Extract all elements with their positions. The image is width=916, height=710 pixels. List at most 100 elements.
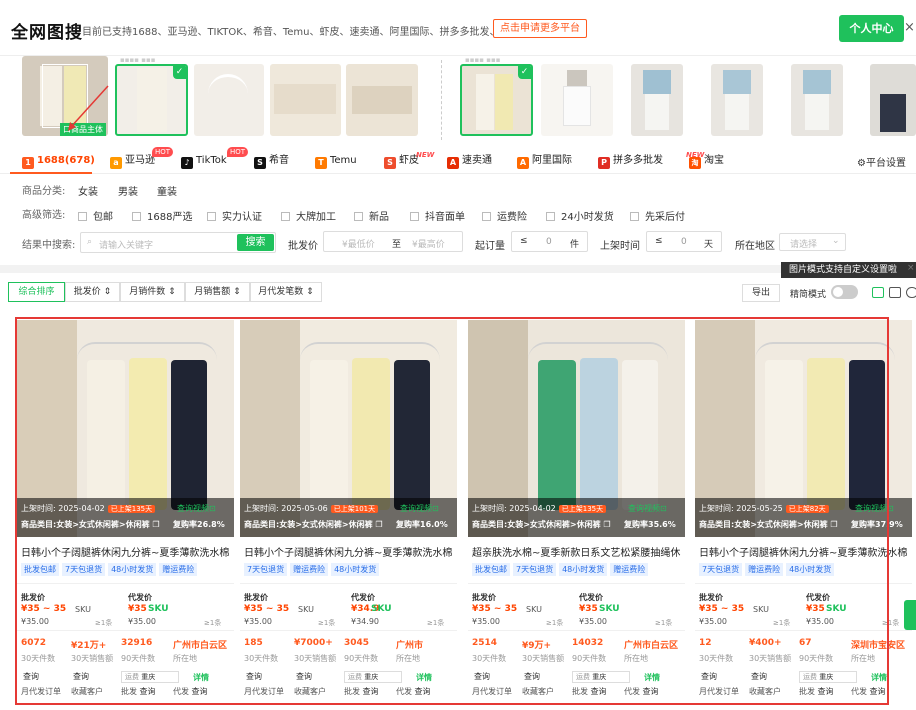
result-thumbnail[interactable]	[631, 64, 683, 136]
shipping-city-input[interactable]: 运费 重庆	[121, 671, 179, 683]
filter-freight-insurance[interactable]: 运费险	[482, 208, 527, 223]
shipping-city-input[interactable]: 运费 重庆	[344, 671, 402, 683]
settings-view-icon[interactable]	[906, 287, 916, 298]
filter-certified[interactable]: 实力认证	[207, 208, 262, 223]
shelf-time-input[interactable]: ≤0 天	[646, 231, 722, 252]
product-title[interactable]: 日韩小个子阔腿裤休闲九分裤~夏季薄款洗水棉...	[244, 544, 453, 559]
tab-1688[interactable]: 1 1688(678)	[22, 153, 95, 169]
filter-douyin-waybill[interactable]: 抖音面单	[410, 208, 465, 223]
query-link[interactable]: 查询	[296, 671, 312, 682]
platform-settings-button[interactable]: ⚙平台设置	[857, 154, 906, 169]
details-link[interactable]: 详情	[416, 672, 432, 683]
category-women[interactable]: 女装	[78, 183, 98, 198]
tab-amazon[interactable]: a 亚马逊 HOT	[110, 147, 174, 169]
product-card[interactable]: 上架时间: 2025-04-02 已上架135天 查询视频⊡ 商品类目:女装>女式…	[17, 320, 234, 705]
result-thumbnail[interactable]	[541, 64, 613, 136]
query-link[interactable]: 查询	[73, 671, 89, 682]
checkbox[interactable]	[78, 212, 87, 221]
crop-thumbnail[interactable]	[194, 64, 264, 136]
search-button[interactable]: 搜索	[237, 234, 274, 251]
query-video-link[interactable]: 查询视频⊡	[628, 503, 667, 514]
shelf-time-label: 上架时间	[600, 241, 640, 252]
sort-monthly-units[interactable]: 月销件数 ⇕	[120, 282, 185, 302]
dropship-base-price: ¥35.00	[806, 617, 834, 626]
filter-brand-processing[interactable]: 大牌加工	[281, 208, 336, 223]
filter-24h-ship[interactable]: 24小时发货	[546, 208, 614, 223]
min-price-placeholder: ¥最低价	[342, 240, 375, 250]
close-icon[interactable]: ×	[904, 20, 915, 35]
product-card[interactable]: 上架时间: 2025-04-02 已上架135天 查询视频⊡ 商品类目:女装>女式…	[468, 320, 685, 705]
list-view-icon[interactable]	[889, 287, 901, 298]
filter-free-shipping[interactable]: 包邮	[78, 208, 113, 223]
details-link[interactable]: 详情	[644, 672, 660, 683]
details-link[interactable]: 详情	[193, 672, 209, 683]
category-kids[interactable]: 童装	[157, 183, 177, 198]
sort-monthly-dropship[interactable]: 月代发笔数 ⇕	[250, 282, 322, 302]
export-button[interactable]: 导出	[742, 284, 780, 302]
sales-30d-label: 30天件数	[472, 654, 507, 663]
query-video-link[interactable]: 查询视频⊡	[855, 503, 894, 514]
checkbox[interactable]	[410, 212, 419, 221]
query-video-link[interactable]: 查询视频⊡	[177, 503, 216, 514]
tab-taobao[interactable]: 淘淘宝	[689, 153, 724, 169]
filter-new[interactable]: 新品	[354, 208, 389, 223]
sku-label: SKU	[75, 605, 91, 614]
repurchase-rate: 复购率37.9%	[851, 520, 903, 529]
tab-pdd-wholesale[interactable]: P 拼多多批发 NEW	[598, 151, 704, 169]
sort-wholesale-price[interactable]: 批发价 ⇕	[65, 282, 120, 302]
tab-alibaba[interactable]: A 阿里国际	[517, 153, 572, 169]
apply-more-platforms-button[interactable]: 点击申请更多平台	[493, 19, 587, 38]
shipping-city-input[interactable]: 运费 重庆	[572, 671, 630, 683]
query-link[interactable]: 查询	[23, 671, 39, 682]
product-title[interactable]: 日韩小个子阔腿裤休闲九分裤~夏季薄款洗水棉...	[699, 544, 908, 559]
moq-input[interactable]: ≤0 件	[511, 231, 588, 252]
product-title[interactable]: 超亲肤洗水棉~夏季新款日系文艺松紧腰抽绳休...	[472, 544, 681, 559]
checkbox[interactable]	[354, 212, 363, 221]
crop-thumbnail-selected[interactable]: ✓	[115, 64, 188, 136]
checkbox[interactable]	[207, 212, 216, 221]
query-link[interactable]: 查询	[474, 671, 490, 682]
query-video-link[interactable]: 查询视频⊡	[400, 503, 439, 514]
checkbox[interactable]	[132, 212, 141, 221]
filter-1688-select[interactable]: 1688严选	[132, 208, 192, 223]
details-link[interactable]: 详情	[871, 672, 887, 683]
tip-close-icon[interactable]: ×	[907, 263, 915, 273]
wechat-float-icon[interactable]	[904, 600, 916, 630]
card-part	[240, 630, 457, 631]
checkbox[interactable]	[281, 212, 290, 221]
pointer-arrow-icon	[68, 85, 109, 131]
product-card[interactable]: 上架时间: 2025-05-06 已上架101天 查询视频⊡ 商品类目:女装>女式…	[240, 320, 457, 705]
query-link[interactable]: 查询	[751, 671, 767, 682]
tab-tiktok[interactable]: ♪ TikTok HOT	[181, 147, 249, 169]
tab-aliexpress[interactable]: A 速卖通	[447, 153, 492, 169]
sort-comprehensive[interactable]: 综合排序	[8, 282, 65, 302]
card-part: 女装>女式休闲裤>休闲裤	[734, 520, 828, 529]
query-link[interactable]: 查询	[524, 671, 540, 682]
sort-monthly-sales[interactable]: 月销售额 ⇕	[185, 282, 250, 302]
crop-thumbnail[interactable]	[270, 64, 341, 136]
tab-shopee[interactable]: S 虾皮 NEW	[384, 151, 434, 169]
query-link[interactable]: 查询	[701, 671, 717, 682]
tab-temu[interactable]: T Temu	[315, 153, 357, 169]
result-thumbnail[interactable]	[711, 64, 763, 136]
filter-buy-now-pay-later[interactable]: 先采后付	[630, 208, 685, 223]
price-range-input[interactable]: ¥最低价 至 ¥最高价	[323, 231, 463, 252]
query-link[interactable]: 查询	[246, 671, 262, 682]
shipping-city-input[interactable]: 运费 重庆	[799, 671, 857, 683]
product-card[interactable]: 上架时间: 2025-05-25 已上架82天 查询视频⊡ 商品类目:女装>女式休…	[695, 320, 912, 705]
result-thumbnail-selected[interactable]: ✓	[460, 64, 533, 136]
checkbox[interactable]	[482, 212, 491, 221]
image-view-icon[interactable]	[872, 287, 884, 298]
checkbox[interactable]	[546, 212, 555, 221]
product-title[interactable]: 日韩小个子阔腿裤休闲九分裤~夏季薄款洗水棉...	[21, 544, 230, 559]
user-center-button[interactable]: 个人中心	[839, 15, 904, 42]
category-men[interactable]: 男装	[118, 183, 138, 198]
checkbox[interactable]	[630, 212, 639, 221]
tab-shein[interactable]: S 希音	[254, 153, 289, 169]
result-thumbnail[interactable]	[791, 64, 843, 136]
region-select[interactable]: 请选择 ⌄	[779, 233, 846, 251]
result-thumbnail[interactable]	[870, 64, 916, 136]
simple-mode-toggle[interactable]	[831, 285, 858, 299]
card-part: 代发	[173, 687, 189, 696]
crop-thumbnail[interactable]	[346, 64, 418, 136]
